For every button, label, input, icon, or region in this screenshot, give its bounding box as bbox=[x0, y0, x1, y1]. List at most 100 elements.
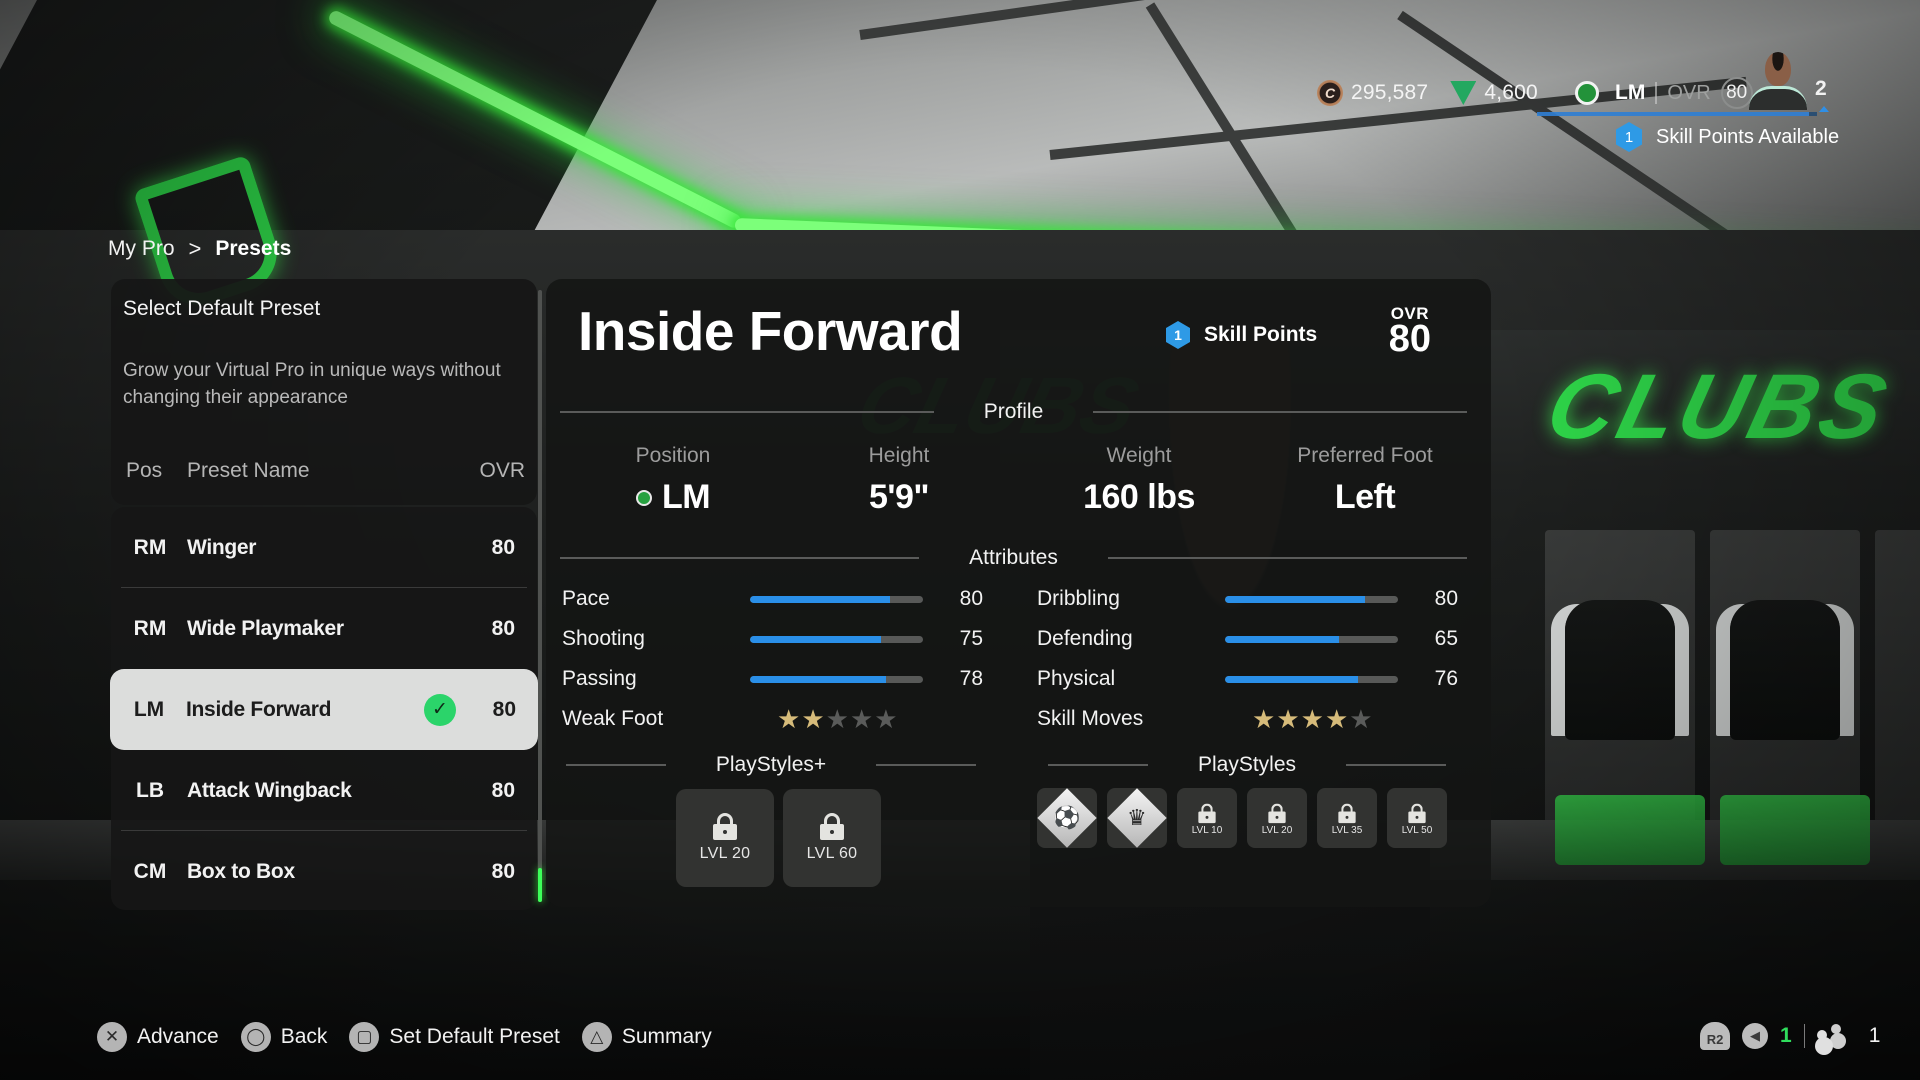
lock-icon bbox=[1198, 803, 1216, 824]
set-default-preset-button[interactable]: ▢ Set Default Preset bbox=[349, 1022, 560, 1052]
lock-icon bbox=[820, 813, 844, 840]
divider bbox=[1655, 82, 1658, 104]
scrollbar-thumb[interactable] bbox=[538, 868, 542, 902]
section-title: PlayStyles+ bbox=[715, 753, 827, 776]
breadcrumb-my-pro[interactable]: My Pro bbox=[108, 237, 175, 261]
back-button[interactable]: ◯ Back bbox=[240, 1022, 327, 1052]
currency-display: C 295,587 4,600 bbox=[1317, 78, 1538, 108]
lock-icon bbox=[1268, 803, 1286, 824]
party-users-icon[interactable] bbox=[1816, 1024, 1847, 1048]
skill-points-available: 1 Skill Points Available bbox=[1616, 122, 1839, 152]
attribute-name: Dribbling bbox=[1037, 587, 1120, 610]
preset-scrollbar[interactable] bbox=[538, 290, 542, 902]
profile-heading: Profile bbox=[560, 397, 1467, 427]
preset-row-winger[interactable]: RM Winger 80 bbox=[111, 507, 537, 588]
divider bbox=[876, 764, 977, 766]
preset-row-inside-forward[interactable]: LM Inside Forward ✓ 80 bbox=[110, 669, 538, 750]
divider bbox=[560, 557, 920, 559]
preset-row-wide-playmaker[interactable]: RM Wide Playmaker 80 bbox=[111, 588, 537, 669]
attribute-bar-fill bbox=[1225, 635, 1339, 643]
attribute-name: Defending bbox=[1037, 627, 1133, 650]
attribute-defending: Defending 65 bbox=[1037, 624, 1458, 654]
coins-value: 295,587 bbox=[1351, 81, 1429, 104]
profile-label: Preferred Foot bbox=[1297, 444, 1433, 467]
lock-icon bbox=[1408, 803, 1426, 824]
profile-value: LM bbox=[563, 478, 783, 517]
unlock-level: LVL 50 bbox=[1401, 825, 1433, 836]
preset-ovr: 80 bbox=[491, 616, 515, 640]
advance-button[interactable]: ✕ Advance bbox=[97, 1022, 219, 1052]
ovr-value: 80 bbox=[1388, 318, 1431, 360]
party-count: 1 bbox=[1868, 1024, 1881, 1047]
attribute-value: 80 bbox=[959, 587, 983, 610]
profile-label: Height bbox=[868, 444, 930, 467]
playstyle-first-touch[interactable]: ⚽ bbox=[1037, 788, 1097, 848]
attribute-value: 76 bbox=[1434, 667, 1458, 690]
avatar-body bbox=[1749, 86, 1807, 110]
attribute-name: Pace bbox=[562, 587, 610, 610]
preset-name: Inside Forward bbox=[186, 697, 332, 721]
trickster-playstyle-icon: ♛ bbox=[1107, 788, 1167, 848]
divider bbox=[1107, 557, 1467, 559]
attribute-bar-fill bbox=[750, 675, 887, 683]
skill-points-label: Skill Points bbox=[1204, 323, 1318, 346]
unlock-level: LVL 20 bbox=[1261, 825, 1293, 836]
attribute-passing: Passing 78 bbox=[562, 664, 983, 694]
star-empty-icon: ★ bbox=[825, 704, 849, 734]
attribute-name: Physical bbox=[1037, 667, 1116, 690]
playstyle-plus-slot-locked[interactable]: LVL 20 bbox=[676, 789, 774, 887]
star-filled-icon: ★ bbox=[1252, 704, 1276, 734]
first-touch-playstyle-icon: ⚽ bbox=[1037, 788, 1097, 848]
lock-icon bbox=[1338, 803, 1356, 824]
preset-row-attack-wingback[interactable]: LB Attack Wingback 80 bbox=[111, 750, 537, 831]
xp-progress-bar bbox=[1537, 112, 1817, 116]
profile-preferred-foot: Preferred Foot Left bbox=[1255, 444, 1475, 517]
preset-ovr: OVR 80 bbox=[1389, 305, 1431, 358]
preset-ovr: 80 bbox=[491, 535, 515, 559]
preset-name: Wide Playmaker bbox=[187, 616, 344, 640]
attribute-value: 75 bbox=[959, 627, 983, 650]
column-header-pos: Pos bbox=[126, 459, 163, 482]
xp-marker-icon bbox=[1819, 106, 1829, 112]
playstyle-slot-locked[interactable]: LVL 20 bbox=[1247, 788, 1307, 848]
star-empty-icon: ★ bbox=[1349, 704, 1373, 734]
skill-point-hex-icon: 1 bbox=[1166, 321, 1190, 349]
speaker-icon[interactable]: ◀ bbox=[1742, 1023, 1768, 1049]
points-value: 4,600 bbox=[1484, 81, 1538, 104]
star-empty-icon: ★ bbox=[874, 704, 898, 734]
fc-points-icon bbox=[1450, 81, 1477, 105]
playstyle-slot-locked[interactable]: LVL 35 bbox=[1317, 788, 1377, 848]
attribute-physical: Physical 76 bbox=[1037, 664, 1458, 694]
preset-pos: RM bbox=[133, 535, 167, 559]
attribute-bar-fill bbox=[1225, 675, 1358, 683]
attribute-dribbling: Dribbling 80 bbox=[1037, 584, 1458, 614]
divider bbox=[1803, 1024, 1805, 1048]
lock-icon bbox=[713, 813, 737, 840]
circle-button-icon: ◯ bbox=[240, 1022, 271, 1052]
column-header-ovr: OVR bbox=[479, 459, 525, 482]
playstyle-slot-locked[interactable]: LVL 10 bbox=[1177, 788, 1237, 848]
attribute-name: Shooting bbox=[562, 627, 645, 650]
hint-label: Advance bbox=[137, 1025, 219, 1048]
attribute-bar bbox=[750, 635, 923, 643]
divider bbox=[1093, 411, 1467, 413]
profile-position: Position LM bbox=[563, 444, 783, 517]
unlock-level: LVL 10 bbox=[1191, 825, 1223, 836]
cross-button-icon: ✕ bbox=[97, 1022, 127, 1052]
attribute-skill-moves: Skill Moves ★ ★ ★ ★ ★ bbox=[1037, 704, 1373, 734]
playstyle-plus-slot-locked[interactable]: LVL 60 bbox=[783, 789, 881, 887]
attribute-pace: Pace 80 bbox=[562, 584, 983, 614]
summary-button[interactable]: △ Summary bbox=[581, 1022, 712, 1052]
preset-name: Attack Wingback bbox=[187, 778, 352, 802]
attribute-bar bbox=[750, 675, 923, 683]
divider bbox=[1047, 764, 1148, 766]
r2-button-icon: R2 bbox=[1700, 1022, 1730, 1050]
player-avatar bbox=[1745, 48, 1811, 110]
star-empty-icon: ★ bbox=[849, 704, 874, 734]
attribute-name: Skill Moves bbox=[1037, 707, 1144, 730]
attribute-bar-fill bbox=[750, 635, 882, 643]
playstyle-trickster[interactable]: ♛ bbox=[1107, 788, 1167, 848]
playstyle-slot-locked[interactable]: LVL 50 bbox=[1387, 788, 1447, 848]
player-position: LM bbox=[1615, 81, 1646, 104]
preset-row-box-to-box[interactable]: CM Box to Box 80 bbox=[111, 831, 537, 912]
